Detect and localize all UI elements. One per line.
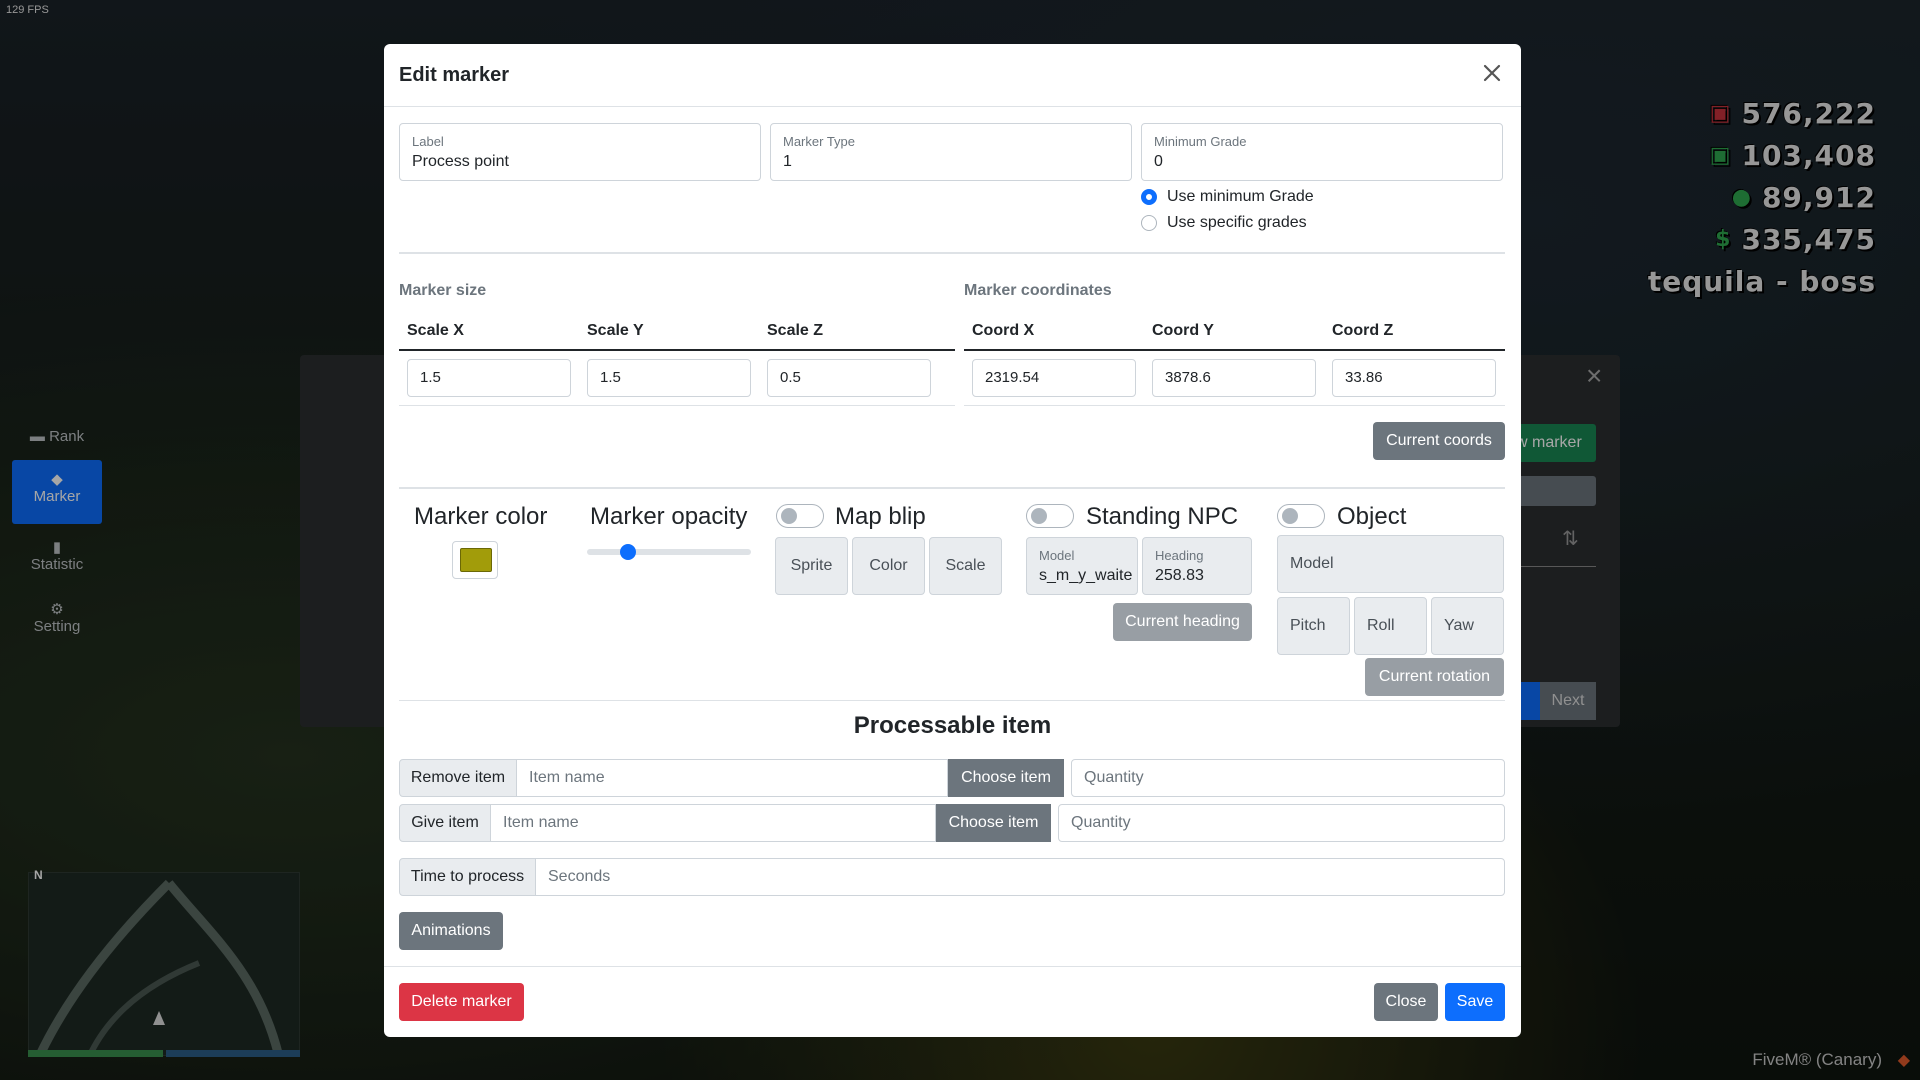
object-toggle[interactable]: [1277, 504, 1325, 528]
close-icon[interactable]: [1477, 58, 1507, 88]
remove-item-name-input[interactable]: Item name: [516, 759, 948, 797]
toggle-knob: [781, 508, 797, 524]
blip-sprite-field[interactable]: Sprite: [775, 537, 848, 595]
divider: [399, 700, 1505, 701]
remove-choose-item-button[interactable]: Choose item: [948, 759, 1064, 797]
coord-x-input[interactable]: 2319.54: [972, 359, 1136, 397]
scale-y-input[interactable]: 1.5: [587, 359, 751, 397]
current-heading-button[interactable]: Current heading: [1113, 603, 1252, 641]
object-label: Object: [1337, 503, 1407, 530]
scale-y-header: Scale Y: [587, 322, 644, 339]
remove-quantity-input[interactable]: Quantity: [1071, 759, 1505, 797]
table-header-line: [964, 349, 1505, 351]
scale-x-input[interactable]: 1.5: [407, 359, 571, 397]
coord-y-header: Coord Y: [1152, 322, 1214, 339]
opacity-slider-handle[interactable]: [619, 544, 636, 560]
scale-z-input[interactable]: 0.5: [767, 359, 931, 397]
table-row-line: [399, 405, 955, 406]
object-pitch-field[interactable]: Pitch: [1277, 597, 1350, 655]
marker-color-label: Marker color: [414, 503, 548, 530]
coord-z-input[interactable]: 33.86: [1332, 359, 1496, 397]
object-roll-field[interactable]: Roll: [1354, 597, 1427, 655]
modal-header: Edit marker: [384, 44, 1521, 107]
map-blip-toggle[interactable]: [776, 504, 824, 528]
npc-model-field[interactable]: Model s_m_y_waite: [1026, 537, 1138, 595]
delete-marker-button[interactable]: Delete marker: [399, 983, 524, 1021]
current-rotation-button[interactable]: Current rotation: [1365, 658, 1504, 696]
marker-coordinates-title: Marker coordinates: [964, 282, 1112, 299]
modal-title: Edit marker: [399, 64, 510, 86]
divider: [399, 252, 1505, 254]
standing-npc-toggle[interactable]: [1026, 504, 1074, 528]
save-button[interactable]: Save: [1445, 983, 1505, 1021]
object-model-field[interactable]: Model: [1277, 535, 1504, 593]
npc-heading-field[interactable]: Heading 258.83: [1142, 537, 1252, 595]
close-button[interactable]: Close: [1374, 983, 1438, 1021]
radio-unchecked[interactable]: [1141, 215, 1157, 231]
use-specific-grades-radio[interactable]: Use specific grades: [1141, 214, 1307, 232]
give-quantity-input[interactable]: Quantity: [1058, 804, 1505, 842]
animations-button[interactable]: Animations: [399, 912, 503, 950]
opacity-slider[interactable]: [587, 549, 751, 555]
seconds-input[interactable]: Seconds: [535, 858, 1505, 896]
marker-color-picker[interactable]: [452, 541, 498, 579]
remove-item-label: Remove item: [399, 759, 517, 797]
divider: [399, 487, 1505, 489]
current-coords-button[interactable]: Current coords: [1373, 422, 1505, 460]
blip-scale-field[interactable]: Scale: [929, 537, 1002, 595]
time-to-process-label: Time to process: [399, 858, 536, 896]
marker-opacity-label: Marker opacity: [590, 503, 748, 530]
edit-marker-modal: Edit marker Label Process point Marker T…: [384, 44, 1521, 1037]
radio-checked[interactable]: [1141, 189, 1157, 205]
object-yaw-field[interactable]: Yaw: [1431, 597, 1504, 655]
scale-x-header: Scale X: [407, 322, 464, 339]
color-swatch: [460, 548, 492, 572]
give-item-name-input[interactable]: Item name: [490, 804, 936, 842]
coord-x-header: Coord X: [972, 322, 1035, 339]
toggle-knob: [1282, 508, 1298, 524]
toggle-knob: [1031, 508, 1047, 524]
label-field[interactable]: Label Process point: [399, 123, 761, 181]
table-header-line: [399, 349, 955, 351]
processable-item-title: Processable item: [853, 712, 1052, 739]
marker-type-field[interactable]: Marker Type 1: [770, 123, 1132, 181]
standing-npc-label: Standing NPC: [1086, 503, 1239, 530]
coord-y-input[interactable]: 3878.6: [1152, 359, 1316, 397]
scale-z-header: Scale Z: [767, 322, 824, 339]
coord-z-header: Coord Z: [1332, 322, 1394, 339]
marker-size-title: Marker size: [399, 282, 487, 299]
minimum-grade-field[interactable]: Minimum Grade 0: [1141, 123, 1503, 181]
map-blip-label: Map blip: [835, 503, 926, 530]
give-choose-item-button[interactable]: Choose item: [936, 804, 1051, 842]
table-row-line: [964, 405, 1505, 406]
blip-color-field[interactable]: Color: [852, 537, 925, 595]
modal-footer-divider: [384, 966, 1521, 967]
use-minimum-grade-radio[interactable]: Use minimum Grade: [1141, 188, 1314, 206]
give-item-label: Give item: [399, 804, 491, 842]
